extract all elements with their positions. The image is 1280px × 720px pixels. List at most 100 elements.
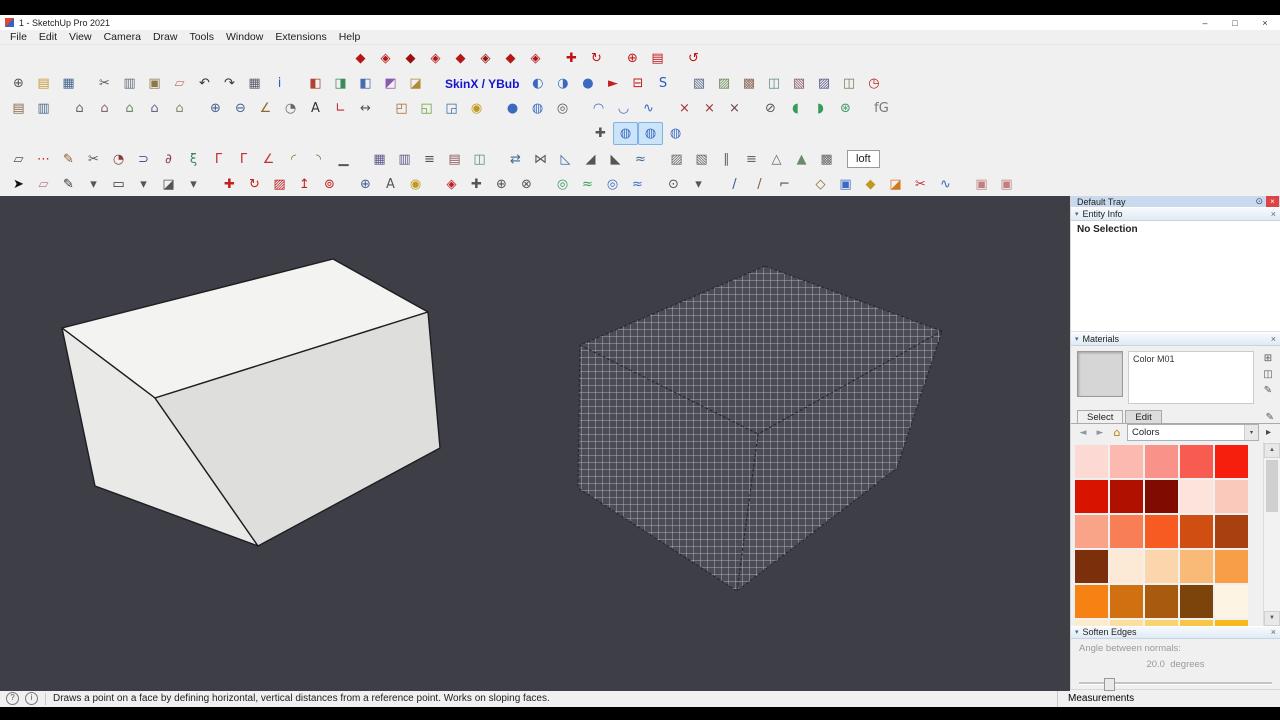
- color-swatch[interactable]: [1180, 549, 1213, 583]
- tab-edit[interactable]: Edit: [1125, 409, 1162, 423]
- wedge-icon[interactable]: ◺: [553, 148, 578, 171]
- fredoscale-icon-2[interactable]: ◈: [373, 47, 398, 70]
- help-icon[interactable]: ?: [6, 692, 19, 705]
- axes-icon[interactable]: ∟: [328, 97, 353, 120]
- save-icon[interactable]: ▦: [56, 72, 81, 95]
- fredoscale-icon-3[interactable]: ◆: [398, 47, 423, 70]
- color-swatch[interactable]: [1110, 514, 1143, 548]
- menu-edit[interactable]: Edit: [33, 31, 63, 43]
- materials-close-icon[interactable]: ×: [1271, 334, 1276, 344]
- cross-red-icon-1[interactable]: ×: [672, 97, 697, 120]
- minimize-button[interactable]: –: [1190, 15, 1220, 30]
- forward-icon[interactable]: ►: [1093, 428, 1107, 438]
- minus-box-icon[interactable]: ⊟: [625, 72, 650, 95]
- solid-tools-icon-1[interactable]: ▧: [686, 72, 711, 95]
- layout-icon[interactable]: ▥: [31, 97, 56, 120]
- solid-tools-icon-2[interactable]: ▨: [711, 72, 736, 95]
- cut2-icon[interactable]: ✂: [908, 173, 933, 196]
- in-model-icon[interactable]: ⌂: [1110, 426, 1124, 439]
- waves-icon[interactable]: ≈: [628, 148, 653, 171]
- divide-icon[interactable]: ✂: [81, 148, 106, 171]
- color-swatch[interactable]: [1180, 479, 1213, 513]
- create-material-icon[interactable]: ⊞: [1260, 352, 1276, 366]
- info-icon[interactable]: i: [25, 692, 38, 705]
- color-swatch[interactable]: [1075, 514, 1108, 548]
- menu-extensions[interactable]: Extensions: [269, 31, 332, 43]
- soften-edges-header[interactable]: ▾ Soften Edges ×: [1071, 625, 1280, 639]
- section-box-icon-1[interactable]: ◰: [389, 97, 414, 120]
- timer-icon[interactable]: ◷: [861, 72, 886, 95]
- material-preview[interactable]: [1077, 350, 1123, 397]
- style-box-icon-3[interactable]: ◧: [353, 72, 378, 95]
- hatch-icon-1[interactable]: ▨: [664, 148, 689, 171]
- color-swatch[interactable]: [1145, 514, 1178, 548]
- zoom-window-icon[interactable]: ⊕: [489, 173, 514, 196]
- flatten-icon[interactable]: ▁: [331, 148, 356, 171]
- steps-icon[interactable]: ≡: [417, 148, 442, 171]
- color-swatch[interactable]: [1110, 479, 1143, 513]
- paint-bucket-icon[interactable]: ◉: [464, 97, 489, 120]
- display-pane-icon[interactable]: ◫: [1260, 368, 1276, 382]
- flower-icon[interactable]: ⊛: [833, 97, 858, 120]
- grid-icon-1[interactable]: ▦: [367, 148, 392, 171]
- terrain-icon[interactable]: ▲: [789, 148, 814, 171]
- color-swatch[interactable]: [1180, 584, 1213, 618]
- color-swatch[interactable]: [1075, 584, 1108, 618]
- refresh-plugin-icon[interactable]: ↺: [681, 47, 706, 70]
- sandbox-icon-3[interactable]: ◎: [600, 173, 625, 196]
- color-swatch[interactable]: [1215, 584, 1248, 618]
- corner-icon-2[interactable]: Γ: [231, 148, 256, 171]
- colors-dropdown[interactable]: Colors ▾: [1127, 424, 1259, 442]
- fill-dropdown-icon[interactable]: ▾: [181, 173, 206, 196]
- sample-paint-icon[interactable]: ✎: [1260, 384, 1276, 398]
- slider-thumb[interactable]: [1104, 678, 1116, 691]
- menu-window[interactable]: Window: [220, 31, 269, 43]
- new-icon[interactable]: ⊕: [6, 72, 31, 95]
- style-box-icon-4[interactable]: ◩: [378, 72, 403, 95]
- model-info-icon[interactable]: i: [267, 72, 292, 95]
- solid-tools-icon-4[interactable]: ◫: [761, 72, 786, 95]
- person-dropdown-icon[interactable]: ▾: [686, 173, 711, 196]
- zoom-in-icon[interactable]: ⊕: [203, 97, 228, 120]
- scale-tool-icon[interactable]: ▨: [267, 173, 292, 196]
- gem-icon[interactable]: ◆: [858, 173, 883, 196]
- color-swatch[interactable]: [1075, 549, 1108, 583]
- color-swatch[interactable]: [1215, 514, 1248, 548]
- hatch-icon-2[interactable]: ▧: [689, 148, 714, 171]
- sandbox-icon-4[interactable]: ≈: [625, 173, 650, 196]
- pan-cross-icon[interactable]: ✚: [588, 122, 613, 145]
- materials-header[interactable]: ▾ Materials ×: [1071, 332, 1280, 346]
- eye-icon[interactable]: ◎: [550, 97, 575, 120]
- move-points-icon[interactable]: ✚: [559, 47, 584, 70]
- sheet-plugin-icon[interactable]: ▤: [645, 47, 670, 70]
- cross-red-icon-2[interactable]: ×: [697, 97, 722, 120]
- quadface-icon-1[interactable]: ◍: [613, 122, 638, 145]
- fill-tool-icon[interactable]: ◪: [156, 173, 181, 196]
- sphere-blue-icon-1[interactable]: ●: [500, 97, 525, 120]
- grid-icon-2[interactable]: ▥: [392, 148, 417, 171]
- section-box-icon-2[interactable]: ◱: [414, 97, 439, 120]
- rotate-tool-icon[interactable]: ↻: [242, 173, 267, 196]
- erase-icon[interactable]: ▱: [167, 72, 192, 95]
- dots-icon[interactable]: ⋯: [31, 148, 56, 171]
- eyedropper-icon[interactable]: ✎: [1266, 412, 1274, 423]
- fredoscale-icon-4[interactable]: ◈: [423, 47, 448, 70]
- fillet-icon-2[interactable]: ◝: [306, 148, 331, 171]
- scrollbar-thumb[interactable]: [1266, 459, 1278, 512]
- iso-view-icon[interactable]: ⌂: [67, 97, 92, 120]
- pencil-line-icon-1[interactable]: /: [722, 173, 747, 196]
- offset-tool-icon[interactable]: ⊚: [317, 173, 342, 196]
- color-swatch[interactable]: [1145, 479, 1178, 513]
- color-swatch[interactable]: [1110, 549, 1143, 583]
- bucket-tool-icon[interactable]: ◉: [403, 173, 428, 196]
- color-swatch[interactable]: [1180, 444, 1213, 478]
- pink-panel-icon-1[interactable]: ▣: [969, 173, 994, 196]
- back-icon[interactable]: ◄: [1076, 428, 1090, 438]
- skinx-sphere-icon-2[interactable]: ◑: [550, 72, 575, 95]
- scroll-up-icon[interactable]: ▲: [1264, 442, 1280, 458]
- chisel-icon[interactable]: ◇: [808, 173, 833, 196]
- fredoscale-icon-8[interactable]: ◈: [523, 47, 548, 70]
- bezier-icon[interactable]: ▱: [6, 148, 31, 171]
- menu-camera[interactable]: Camera: [98, 31, 147, 43]
- color-swatch[interactable]: [1145, 549, 1178, 583]
